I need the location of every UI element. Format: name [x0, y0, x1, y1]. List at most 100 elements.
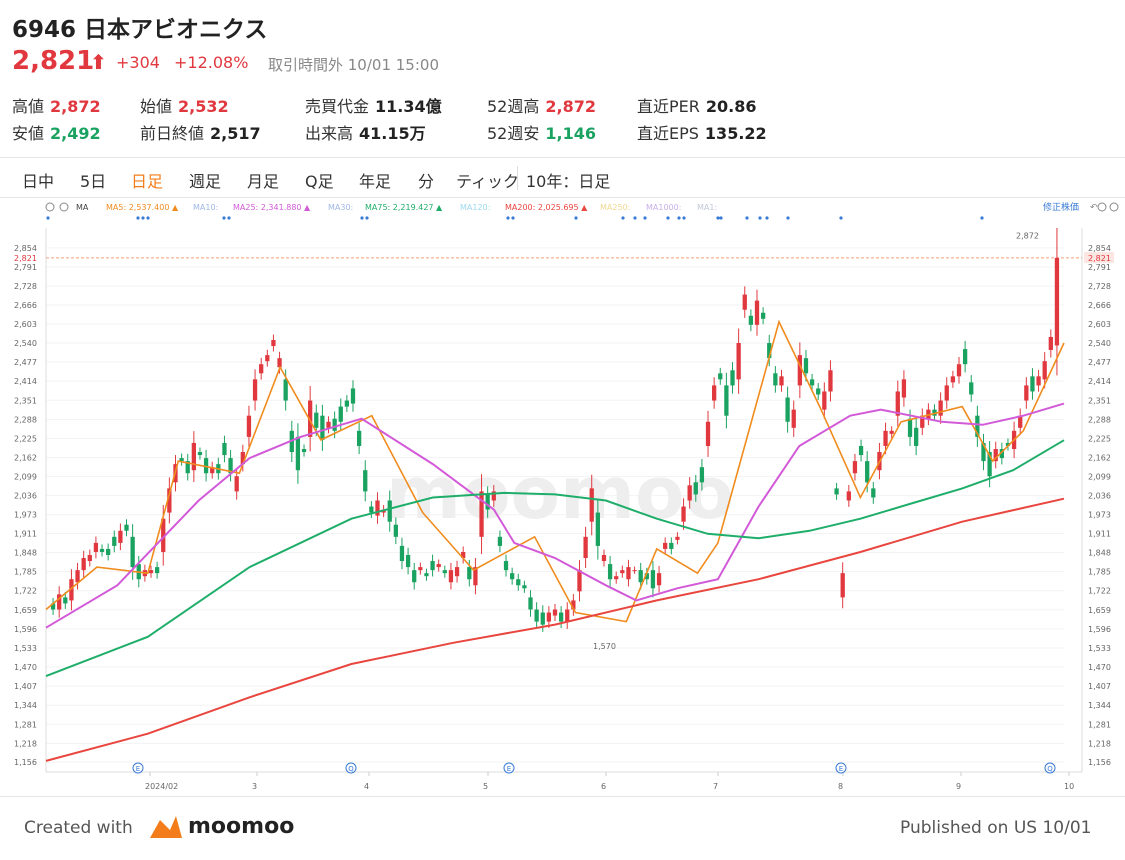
stat-value: 20.86: [705, 97, 757, 116]
event-marker-label: Q: [348, 765, 354, 773]
candle-body: [252, 379, 258, 401]
event-dot: [758, 216, 762, 220]
tab-7[interactable]: 分: [418, 168, 434, 192]
legend-item: MA120:: [460, 203, 490, 212]
event-dot: [643, 216, 647, 220]
price-chart[interactable]: MA MA5: 2,537.400 ▲ MA10: MA25: 2,341.880 ▲…: [0, 198, 1125, 796]
tab-4[interactable]: 月足: [247, 168, 279, 192]
tab-6[interactable]: 年足: [359, 168, 391, 192]
candle-body: [295, 436, 301, 471]
close-icon[interactable]: [59, 202, 69, 212]
y-tick-left: 1,218: [14, 739, 37, 748]
zoom-out-icon[interactable]: [1097, 202, 1107, 212]
candle-body: [816, 388, 821, 395]
y-tick-right: 2,288: [1088, 415, 1111, 424]
candle-body: [718, 373, 723, 380]
y-tick-left: 1,973: [14, 511, 37, 520]
candle-body: [154, 567, 160, 574]
stat-label: 売買代金: [305, 97, 370, 116]
candle-body: [742, 294, 747, 310]
y-tick-right: 1,533: [1088, 644, 1111, 653]
candle-body: [577, 570, 582, 592]
zoom-in-icon[interactable]: [1109, 202, 1119, 212]
candle-body: [656, 573, 662, 586]
candle-body: [938, 400, 943, 416]
event-dot: [136, 216, 140, 220]
legend-item: MA25: 2,341.880 ▲: [233, 203, 311, 212]
event-dot: [745, 216, 749, 220]
candle-body: [699, 467, 705, 483]
stat-value: 2,517: [210, 124, 261, 143]
candle-body: [620, 570, 625, 574]
candle-body: [424, 573, 429, 577]
event-dot: [621, 216, 625, 220]
candle-body: [736, 343, 741, 380]
candle-body: [601, 554, 607, 562]
y-tick-left: 1,785: [14, 568, 37, 577]
tab-5[interactable]: Q足: [305, 168, 334, 192]
y-tick-left: 2,351: [14, 396, 37, 405]
y-tick-left: 1,281: [14, 720, 37, 729]
event-dot: [677, 216, 681, 220]
y-tick-left: 1,156: [14, 758, 37, 767]
event-dot: [46, 216, 50, 220]
candle-body: [528, 597, 533, 610]
stat-label: 安値: [12, 124, 45, 143]
current-price-label-left: 2,821: [14, 254, 37, 263]
tab-0[interactable]: 日中: [22, 168, 54, 192]
stat-label: 52週高: [487, 97, 540, 116]
y-tick-left: 1,848: [14, 549, 37, 558]
candle-body: [607, 564, 613, 580]
ma-label: MA: [76, 203, 89, 212]
candle-body: [81, 558, 86, 571]
candle-body: [546, 612, 552, 622]
stat-value: 135.22: [704, 124, 767, 143]
candle-body: [1042, 361, 1047, 380]
y-tick-right: 1,973: [1088, 511, 1111, 520]
candle-body: [191, 442, 196, 471]
tab-8[interactable]: ティック: [456, 168, 519, 192]
candle-body: [259, 364, 264, 374]
candle-body: [246, 415, 252, 437]
y-tick-right: 1,156: [1088, 758, 1111, 767]
candle-body: [1030, 376, 1035, 392]
tab-2[interactable]: 日足: [131, 168, 163, 192]
candle-body: [1036, 376, 1041, 386]
candle-body: [148, 570, 154, 574]
stat-label: 直近EPS: [637, 124, 699, 143]
adjusted-price-toggle[interactable]: 修正株価: [1043, 201, 1079, 213]
stat-item: 安値 2,492: [12, 120, 101, 144]
stat-label: 52週安: [487, 124, 540, 143]
candle-body: [350, 388, 356, 404]
candle-body: [632, 570, 637, 572]
candle-body: [614, 576, 619, 580]
candle-body: [650, 570, 656, 589]
candle-body: [301, 449, 307, 453]
y-tick-right: 2,854: [1088, 244, 1111, 253]
price-annotation: 1,570: [593, 642, 616, 651]
tab-separator: [517, 166, 518, 190]
range-selector[interactable]: 10年：日足: [526, 168, 610, 192]
candle-body: [969, 382, 974, 395]
y-tick-left: 2,162: [14, 453, 37, 462]
divider: [0, 157, 1125, 158]
stat-item: 52週安 1,146: [487, 120, 596, 144]
stat-label: 高値: [12, 97, 45, 116]
x-tick-label: 4: [364, 782, 369, 791]
tab-3[interactable]: 週足: [189, 168, 221, 192]
candle-body: [522, 585, 527, 589]
settings-icon[interactable]: [45, 202, 55, 212]
tab-1[interactable]: 5日: [80, 168, 106, 192]
candle-body: [638, 570, 643, 583]
x-tick-label: 7: [713, 782, 718, 791]
y-tick-right: 1,596: [1088, 625, 1111, 634]
candle-body: [405, 554, 411, 568]
event-dot: [633, 216, 637, 220]
stat-item: 直近PER 20.86: [637, 93, 757, 117]
undo-icon[interactable]: ↶: [1090, 203, 1098, 213]
price-change-percent: +12.08%: [174, 53, 249, 72]
candle-body: [118, 530, 123, 543]
y-tick-left: 2,414: [14, 377, 37, 386]
legend-item: MA1:: [697, 203, 717, 212]
event-dot: [719, 216, 723, 220]
